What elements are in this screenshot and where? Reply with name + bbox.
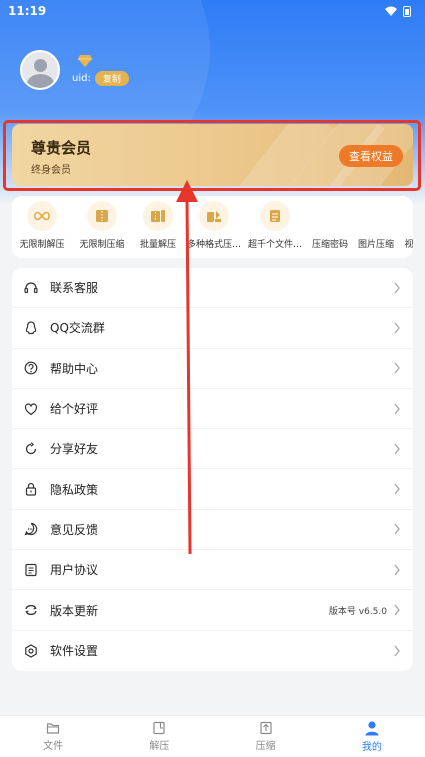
zip-icon	[260, 721, 272, 735]
tab-unzip[interactable]: 解压	[106, 716, 212, 757]
menu-label: 软件设置	[50, 644, 99, 659]
member-card[interactable]: 尊贵会员 终身会员 查看权益	[12, 124, 413, 186]
tab-zip[interactable]: 压缩	[213, 716, 319, 757]
formats-icon	[199, 201, 229, 231]
menu-label: 分享好友	[50, 442, 99, 457]
chevron-right-icon	[394, 322, 400, 334]
vip-diamond-icon	[78, 54, 92, 67]
unzip-icon	[153, 721, 165, 735]
status-time: 11:19	[8, 4, 47, 18]
menu-item-feedback[interactable]: 意见反馈	[12, 510, 413, 551]
tab-files[interactable]: 文件	[0, 716, 106, 757]
feature-item[interactable]: 批量解压	[132, 196, 184, 258]
wifi-icon	[385, 6, 397, 16]
menu-item-version-update[interactable]: 版本更新 版本号 v6.5.0	[12, 590, 413, 631]
feature-label: 无限制解压	[19, 240, 65, 250]
infinity-icon	[27, 201, 57, 231]
chevron-right-icon	[394, 483, 400, 495]
chevron-right-icon	[394, 645, 400, 657]
tab-label: 解压	[149, 741, 170, 752]
chevron-right-icon	[394, 282, 400, 294]
qq-icon	[24, 321, 38, 335]
tab-label: 我的	[361, 742, 382, 753]
avatar[interactable]	[20, 50, 60, 90]
feature-label: 超千个文件…	[247, 240, 302, 250]
bottom-tab-bar: 文件 解压 压缩 我的	[0, 715, 425, 757]
tab-label: 文件	[43, 741, 64, 752]
profile-section: uid: 复制	[20, 50, 129, 90]
feature-item[interactable]: 压缩密码	[306, 196, 354, 258]
profile-info: uid: 复制	[72, 54, 129, 86]
menu-item-privacy-policy[interactable]: 隐私政策	[12, 469, 413, 510]
menu-label: 联系客服	[50, 281, 99, 296]
menu-item-contact-support[interactable]: 联系客服	[12, 268, 413, 309]
menu-label: 帮助中心	[50, 361, 99, 376]
menu-label: 版本更新	[50, 603, 99, 618]
rate-icon	[24, 402, 38, 416]
feature-item[interactable]: 无限制解压	[12, 196, 72, 258]
help-icon	[24, 361, 38, 375]
menu-item-software-settings[interactable]: 软件设置	[12, 631, 413, 671]
feature-strip[interactable]: 无限制解压 无限制压缩 批量解压 多种格式压… 超千个文件… 压缩密码 图片压缩…	[12, 196, 413, 258]
feature-row: 无限制解压 无限制压缩 批量解压 多种格式压… 超千个文件… 压缩密码 图片压缩…	[12, 196, 413, 258]
copy-uid-button[interactable]: 复制	[94, 70, 129, 86]
menu-label: QQ交流群	[50, 321, 105, 336]
menu-item-share-friends[interactable]: 分享好友	[12, 429, 413, 470]
feature-label: 视频压	[404, 240, 413, 250]
menu-item-qq-group[interactable]: QQ交流群	[12, 308, 413, 349]
refresh-icon	[24, 603, 38, 617]
member-title: 尊贵会员	[31, 139, 92, 157]
uid-label: uid:	[72, 72, 91, 84]
files-icon	[260, 201, 290, 231]
battery-icon	[403, 5, 411, 17]
archive-icon	[87, 201, 117, 231]
feature-label: 无限制压缩	[79, 240, 125, 250]
menu-label: 给个好评	[50, 402, 99, 417]
feature-label: 压缩密码	[311, 240, 348, 250]
menu-label: 隐私政策	[50, 482, 99, 497]
document-icon	[24, 563, 38, 577]
user-icon	[365, 721, 379, 736]
menu-label: 用户协议	[50, 563, 99, 578]
chevron-right-icon	[394, 523, 400, 535]
settings-icon	[24, 644, 38, 658]
chevron-right-icon	[394, 403, 400, 414]
feature-item[interactable]: 超千个文件…	[244, 196, 306, 258]
menu-item-rate-us[interactable]: 给个好评	[12, 389, 413, 430]
share-icon	[24, 442, 38, 456]
uid-row: uid: 复制	[72, 70, 129, 86]
menu-item-help-center[interactable]: 帮助中心	[12, 349, 413, 389]
status-bar: 11:19	[0, 0, 425, 22]
tab-mine[interactable]: 我的	[319, 716, 425, 757]
menu-label: 意见反馈	[50, 522, 99, 537]
chevron-right-icon	[394, 564, 400, 576]
chevron-right-icon	[394, 604, 400, 616]
folder-icon	[47, 723, 60, 734]
menu-item-user-agreement[interactable]: 用户协议	[12, 550, 413, 591]
feedback-icon	[24, 522, 38, 536]
batch-icon	[143, 201, 173, 231]
feature-label: 批量解压	[139, 240, 176, 250]
version-number: 版本号 v6.5.0	[328, 606, 387, 617]
feature-item[interactable]: 视频压	[398, 196, 413, 258]
feature-item[interactable]: 无限制压缩	[72, 196, 132, 258]
feature-label: 图片压缩	[357, 240, 394, 250]
chevron-right-icon	[394, 362, 400, 374]
tab-label: 压缩	[255, 741, 276, 752]
status-icons	[385, 5, 411, 17]
settings-menu: 联系客服 QQ交流群 帮助中心 给个好评 分享好友 隐私政策 意见反馈 用户协议…	[12, 268, 413, 671]
feature-item[interactable]: 多种格式压…	[184, 196, 244, 258]
member-subtitle: 终身会员	[31, 165, 71, 176]
chevron-right-icon	[394, 443, 400, 455]
headset-icon	[24, 281, 38, 295]
view-benefits-button[interactable]: 查看权益	[339, 145, 403, 167]
feature-label: 多种格式压…	[186, 240, 241, 250]
feature-item[interactable]: 图片压缩	[354, 196, 398, 258]
lock-icon	[24, 482, 38, 496]
